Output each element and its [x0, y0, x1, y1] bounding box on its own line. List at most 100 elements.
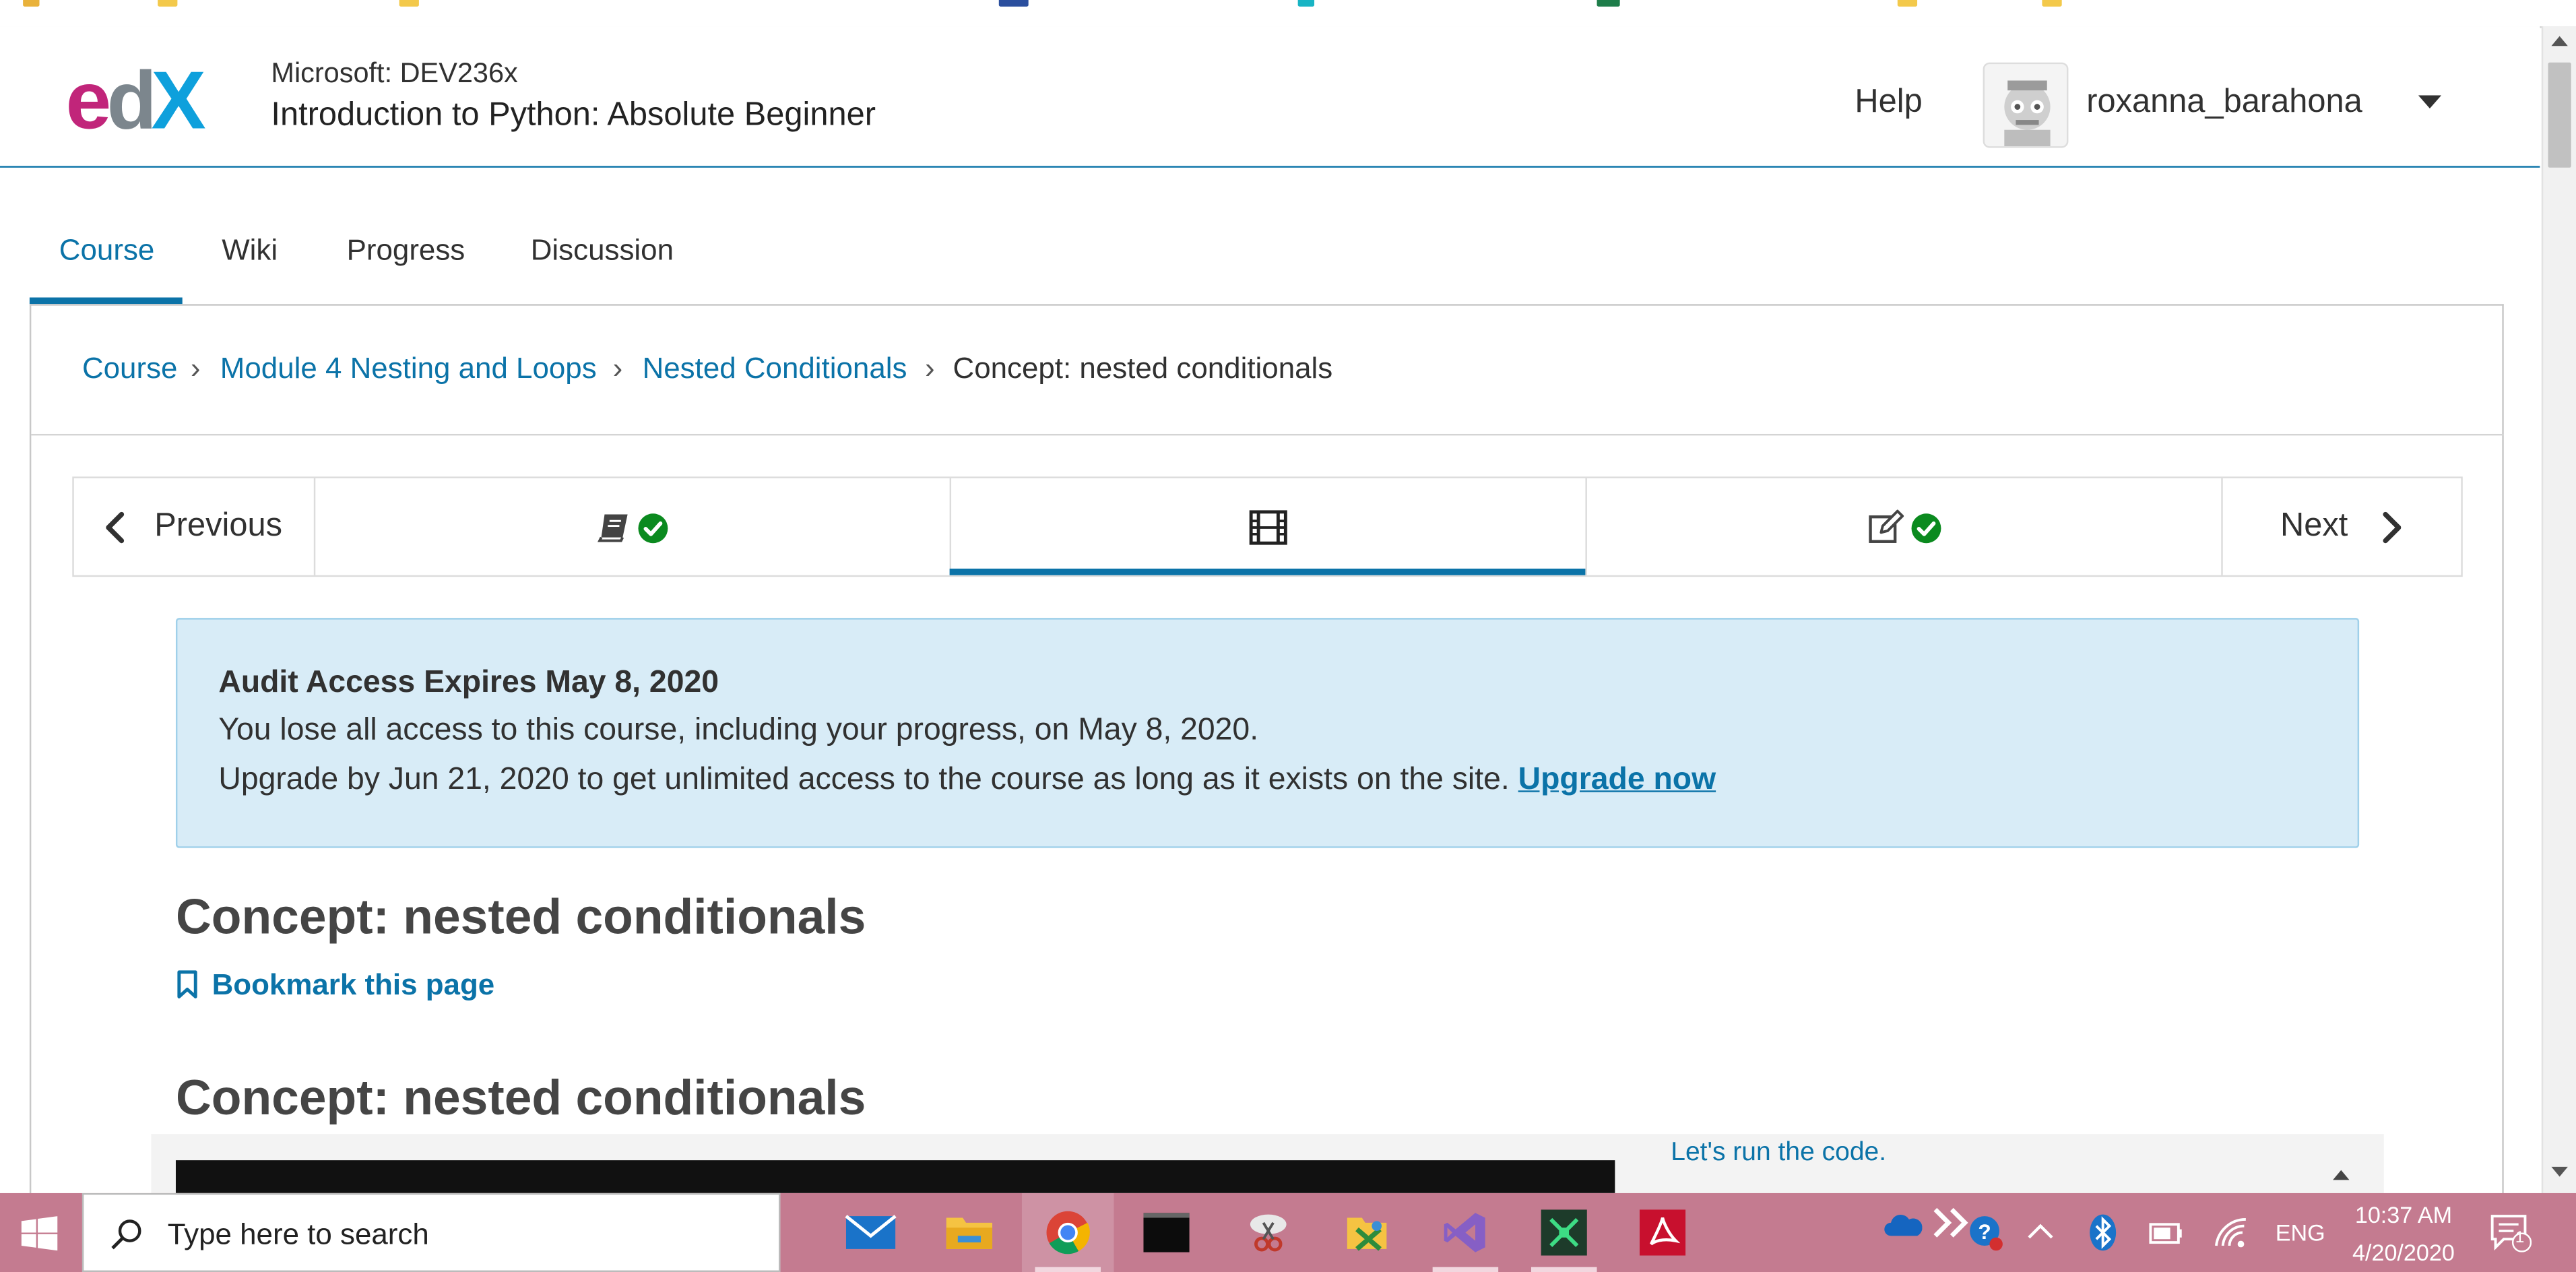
taskbar-visual-studio[interactable]: [1419, 1193, 1512, 1272]
sequence-unit-video[interactable]: [951, 478, 1585, 575]
breadcrumb-separator: ›: [190, 352, 201, 385]
scroll-up-arrow-icon[interactable]: [2551, 36, 2568, 46]
svg-text:d: d: [107, 56, 152, 138]
tray-overflow-icon[interactable]: [1932, 1203, 1972, 1243]
bookmark-doc-icon[interactable]: [998, 0, 1029, 7]
battery-icon[interactable]: [2146, 1213, 2185, 1252]
taskbar-chrome-app[interactable]: [1021, 1192, 1114, 1272]
search-placeholder: Type here to search: [167, 1217, 429, 1251]
alert-upgrade-message: Upgrade by Jun 21, 2020 to get unlimited…: [218, 763, 1716, 799]
course-title: Introduction to Python: Absolute Beginne…: [271, 96, 876, 133]
bookmark-folder-icon[interactable]: [2042, 0, 2062, 7]
tab-course[interactable]: Course: [59, 233, 155, 267]
taskbar-search-box[interactable]: Type here to search: [82, 1192, 781, 1272]
search-icon: [111, 1219, 141, 1250]
check-circle-icon: [638, 513, 668, 544]
user-menu-caret-icon[interactable]: [2418, 95, 2442, 108]
bookmark-folder-icon[interactable]: [399, 0, 419, 7]
scroll-down-arrow-icon[interactable]: [2551, 1166, 2568, 1177]
bookmark-site-icon[interactable]: [1597, 0, 1620, 7]
taskbar-tools-app[interactable]: [1321, 1193, 1413, 1272]
bookmark-site-icon[interactable]: [1297, 0, 1315, 7]
taskbar-terminal-app[interactable]: [1120, 1193, 1213, 1272]
breadcrumb-separator: ›: [612, 352, 623, 385]
acrobat-icon: [1639, 1209, 1686, 1256]
bookmarks-bar: [0, 0, 2576, 28]
upgrade-now-link[interactable]: Upgrade now: [1518, 763, 1716, 797]
bookmark-button[interactable]: Bookmark this page: [176, 965, 494, 1003]
terminal-icon: [1143, 1213, 1190, 1252]
sequence-unit-reading[interactable]: [315, 478, 949, 575]
page-scrollbar[interactable]: [2541, 26, 2576, 1193]
start-button[interactable]: [0, 1193, 79, 1272]
check-circle-icon: [1911, 513, 1941, 544]
bookmark-folder-icon[interactable]: [158, 0, 178, 7]
scissors-icon: [1250, 1214, 1287, 1252]
scroll-thumb[interactable]: [2548, 62, 2571, 168]
taskbar-acrobat-app[interactable]: [1617, 1193, 1709, 1272]
input-language-indicator[interactable]: ENG: [2276, 1219, 2325, 1246]
book-icon: [598, 514, 628, 542]
previous-button[interactable]: Previous: [74, 478, 314, 575]
tab-wiki[interactable]: Wiki: [222, 233, 278, 267]
bluetooth-icon[interactable]: [2083, 1213, 2123, 1252]
sequence-unit-problem[interactable]: [1587, 478, 2221, 575]
chevron-left-icon: [106, 511, 125, 544]
notification-icon: [2490, 1215, 2532, 1252]
taskbar-file-explorer[interactable]: [924, 1193, 1016, 1272]
console-icon: [1541, 1209, 1587, 1256]
previous-label: Previous: [154, 507, 283, 544]
clock-time[interactable]: 10:37 AM: [2351, 1201, 2456, 1228]
onedrive-icon[interactable]: [1883, 1206, 1923, 1246]
chevron-right-icon: [2383, 511, 2402, 544]
next-label: Next: [2280, 507, 2348, 544]
chrome-icon: [1046, 1211, 1090, 1254]
windows-taskbar: Type here to search ? ENG 10:37 AM 4/20/…: [0, 1192, 2576, 1272]
mail-icon: [845, 1215, 897, 1249]
video-icon: [1249, 510, 1287, 545]
unit-title: Concept: nested conditionals: [175, 891, 866, 945]
svg-text:?: ?: [1978, 1219, 1991, 1244]
transcript-scroll-up-icon[interactable]: [2333, 1170, 2350, 1180]
breadcrumb-module[interactable]: Module 4 Nesting and Loops: [220, 352, 597, 386]
next-button[interactable]: Next: [2223, 478, 2463, 575]
bookmark-folder-icon[interactable]: [1897, 0, 1918, 7]
user-avatar[interactable]: [1983, 62, 2069, 148]
transcript-line[interactable]: Let's run the code.: [1671, 1139, 1886, 1168]
video-title: Concept: nested conditionals: [175, 1071, 866, 1126]
folder-icon: [946, 1217, 993, 1249]
active-unit-indicator: [949, 568, 1586, 575]
alert-upgrade-text: Upgrade by Jun 21, 2020 to get unlimited…: [218, 762, 1510, 798]
sequence-navigation: Previous Next: [72, 476, 2463, 577]
tab-progress[interactable]: Progress: [347, 233, 465, 267]
username[interactable]: roxanna_barahona: [2086, 84, 2362, 121]
breadcrumb-subsection[interactable]: Nested Conditionals: [643, 352, 907, 386]
svg-text:X: X: [151, 56, 205, 138]
taskbar-snipping-tool[interactable]: [1222, 1193, 1314, 1272]
tab-discussion[interactable]: Discussion: [531, 233, 674, 267]
breadcrumb-divider: [31, 433, 2504, 436]
site-header: e d X Microsoft: DEV236x Introduction to…: [0, 26, 2540, 168]
help-support-icon[interactable]: ?: [1966, 1213, 2006, 1252]
clock-date[interactable]: 4/20/2020: [2346, 1239, 2461, 1265]
breadcrumb-course[interactable]: Course: [82, 352, 178, 386]
edit-icon: [1869, 509, 1904, 543]
windows-logo-icon: [21, 1216, 58, 1251]
action-center-button[interactable]: 1: [2489, 1213, 2532, 1252]
notification-count: 1: [2515, 1229, 2525, 1248]
help-link[interactable]: Help: [1855, 84, 1922, 121]
alert-title: Audit Access Expires May 8, 2020: [218, 665, 719, 701]
bookmark-folder-icon[interactable]: [23, 0, 40, 7]
video-player[interactable]: [175, 1160, 1615, 1193]
wifi-icon[interactable]: [2212, 1213, 2251, 1252]
taskbar-console-app[interactable]: [1518, 1193, 1610, 1272]
edx-logo[interactable]: e d X: [66, 54, 230, 146]
svg-text:e: e: [66, 56, 109, 138]
bookmark-label: Bookmark this page: [212, 967, 495, 1001]
visual-studio-icon: [1444, 1213, 1485, 1252]
show-hidden-icons-chevron-icon[interactable]: [2021, 1213, 2061, 1252]
course-organization: Microsoft: DEV236x: [271, 57, 518, 89]
taskbar-mail-app[interactable]: [825, 1193, 917, 1272]
breadcrumb-current: Concept: nested conditionals: [953, 352, 1333, 385]
active-tab-indicator: [29, 297, 183, 305]
